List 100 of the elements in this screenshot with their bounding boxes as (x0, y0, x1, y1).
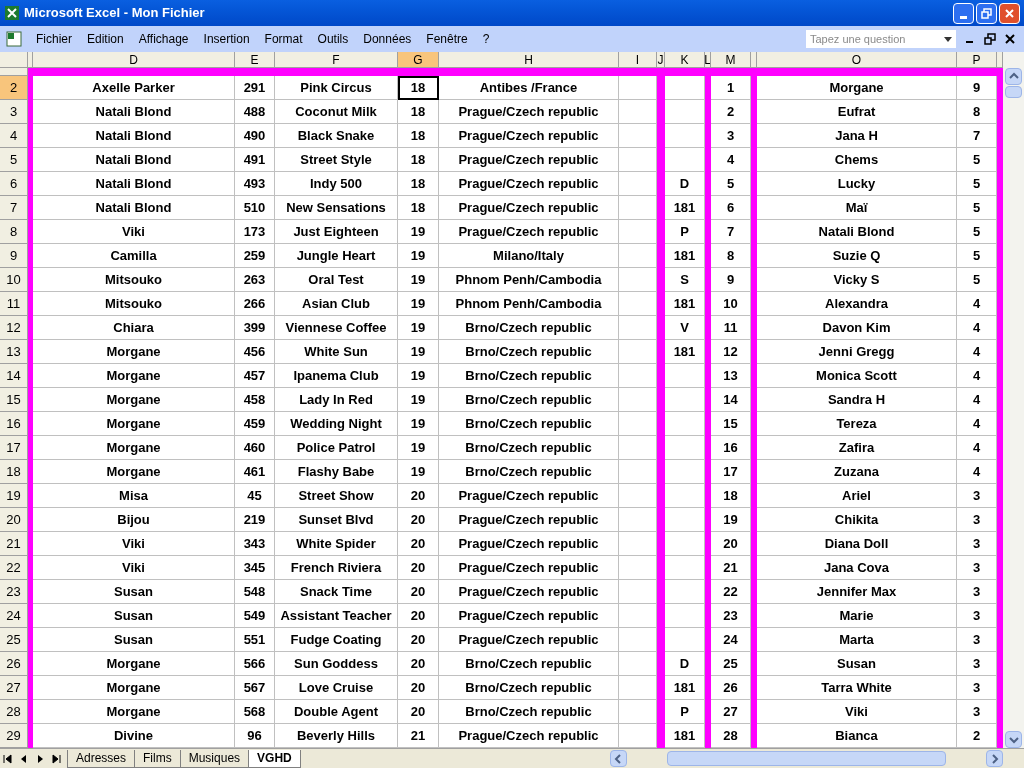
restore-button[interactable] (976, 2, 997, 24)
row-header[interactable]: 10 (0, 268, 28, 292)
table-cell: 20 (398, 580, 439, 604)
menu-item[interactable]: Données (363, 30, 412, 48)
table-cell: Flashy Babe (275, 460, 398, 484)
table-cell: 551 (235, 628, 275, 652)
scroll-left-button[interactable] (610, 750, 627, 767)
table-cell: Brno/Czech republic (439, 340, 619, 364)
table-cell: Viki (33, 556, 235, 580)
table-cell: Susan (757, 652, 957, 676)
table-cell: Prague/Czech republic (439, 604, 619, 628)
table-cell: Sunset Blvd (275, 508, 398, 532)
tab-scroll-end-icon[interactable] (50, 752, 62, 765)
row-header[interactable]: 19 (0, 484, 28, 508)
menu-item[interactable]: Format (264, 30, 303, 48)
close-icon[interactable] (1004, 33, 1016, 45)
row-header[interactable]: 5 (0, 148, 28, 172)
row-header[interactable]: 26 (0, 652, 28, 676)
close-icon (1004, 7, 1015, 19)
column-header[interactable]: K (665, 52, 705, 68)
table-cell: 567 (235, 676, 275, 700)
column-header[interactable]: P (957, 52, 997, 68)
table-cell: New Sensations (275, 196, 398, 220)
table-cell: Mitsouko (33, 268, 235, 292)
row-header[interactable]: 14 (0, 364, 28, 388)
table-cell: Brno/Czech republic (439, 316, 619, 340)
row-header[interactable]: 28 (0, 700, 28, 724)
scroll-up-button[interactable] (1005, 68, 1022, 85)
row-header[interactable]: 24 (0, 604, 28, 628)
row-header[interactable]: 7 (0, 196, 28, 220)
table-cell: 19 (398, 388, 439, 412)
menu-item[interactable]: ? (482, 30, 490, 48)
table-cell: Natali Blond (33, 172, 235, 196)
table-cell: Morgane (33, 412, 235, 436)
menu-item[interactable]: Outils (317, 30, 349, 48)
table-cell: Milano/Italy (439, 244, 619, 268)
row-header[interactable]: 15 (0, 388, 28, 412)
table-cell: 459 (235, 412, 275, 436)
menu-item[interactable]: Fichier (36, 30, 72, 48)
row-header[interactable]: 27 (0, 676, 28, 700)
scroll-thumb[interactable] (1005, 86, 1022, 98)
table-cell: 20 (398, 532, 439, 556)
row-header[interactable]: 20 (0, 508, 28, 532)
table-cell: Tereza (757, 412, 957, 436)
table-cell: Natali Blond (33, 148, 235, 172)
workbook-icon[interactable] (4, 30, 24, 48)
column-header[interactable]: F (275, 52, 398, 68)
table-cell: 19 (398, 268, 439, 292)
row-header[interactable]: 2 (0, 76, 28, 100)
sheet-tab[interactable]: Adresses (67, 749, 136, 768)
column-header[interactable]: D (33, 52, 235, 68)
table-cell: Prague/Czech republic (439, 556, 619, 580)
table-cell: Natali Blond (757, 220, 957, 244)
row-header[interactable]: 25 (0, 628, 28, 652)
spreadsheet-icon (4, 5, 20, 21)
column-header[interactable]: G (398, 52, 439, 68)
close-button[interactable] (999, 2, 1020, 24)
row-header[interactable]: 8 (0, 220, 28, 244)
table-cell: 19 (398, 364, 439, 388)
column-header[interactable]: E (235, 52, 275, 68)
table-cell: 19 (398, 436, 439, 460)
row-header[interactable]: 22 (0, 556, 28, 580)
row-header[interactable]: 13 (0, 340, 28, 364)
help-search-field[interactable]: Tapez une question (806, 30, 956, 48)
table-cell: 19 (398, 412, 439, 436)
row-header[interactable]: 17 (0, 436, 28, 460)
menu-item[interactable]: Fenêtre (426, 30, 468, 48)
scroll-down-button[interactable] (1005, 731, 1022, 748)
row-header[interactable]: 16 (0, 412, 28, 436)
menu-item[interactable]: Edition (87, 30, 124, 48)
row-header[interactable]: 12 (0, 316, 28, 340)
scroll-thumb[interactable] (667, 751, 946, 766)
table-cell: Morgane (33, 700, 235, 724)
menu-item[interactable]: Affichage (138, 30, 189, 48)
row-header[interactable]: 4 (0, 124, 28, 148)
minimize-button[interactable] (953, 2, 974, 24)
tab-scroll-end-icon[interactable] (2, 752, 14, 765)
column-header[interactable]: I (619, 52, 657, 68)
row-header[interactable]: 21 (0, 532, 28, 556)
scroll-right-button[interactable] (986, 750, 1003, 767)
table-cell: 20 (398, 628, 439, 652)
menu-item[interactable]: Insertion (203, 30, 250, 48)
row-header[interactable]: 6 (0, 172, 28, 196)
table-cell: 173 (235, 220, 275, 244)
row-header[interactable]: 3 (0, 100, 28, 124)
table-cell: Morgane (33, 460, 235, 484)
row-header[interactable]: 18 (0, 460, 28, 484)
table-cell: 549 (235, 604, 275, 628)
restore-icon[interactable] (984, 33, 996, 45)
row-header[interactable]: 9 (0, 244, 28, 268)
table-cell: Brno/Czech republic (439, 460, 619, 484)
column-header[interactable]: O (757, 52, 957, 68)
table-cell: Jungle Heart (275, 244, 398, 268)
sheet-tab[interactable]: VGHD (248, 749, 301, 768)
column-header[interactable]: M (711, 52, 751, 68)
column-header[interactable]: H (439, 52, 619, 68)
row-header[interactable]: 29 (0, 724, 28, 748)
row-header[interactable]: 23 (0, 580, 28, 604)
row-header[interactable]: 11 (0, 292, 28, 316)
table-cell: Viki (33, 220, 235, 244)
